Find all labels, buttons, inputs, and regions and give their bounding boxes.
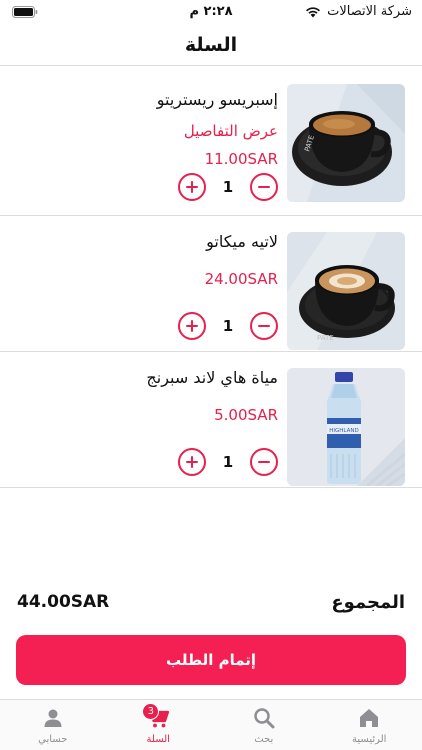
quantity-value: 1 xyxy=(222,178,234,196)
item-info: إسبريسو ريستريتو عرض التفاصيل 11.00SAR xyxy=(78,88,278,170)
item-name: مياة هاي لاند سبرنج xyxy=(146,368,278,387)
total-amount: 44.00SAR xyxy=(17,592,110,612)
wifi-icon xyxy=(306,6,321,17)
person-icon xyxy=(44,709,62,727)
total-row: 44.00SAR المجموع xyxy=(17,588,405,616)
svg-text:PATE: PATE xyxy=(317,334,334,342)
view-details-link[interactable]: عرض التفاصيل xyxy=(78,120,278,142)
cart-list: PATE إسبريسو ريستريتو عرض التفاصيل 11.00… xyxy=(0,66,422,488)
item-price: 11.00SAR xyxy=(204,150,278,168)
item-info: مياة هاي لاند سبرنج 5.00SAR xyxy=(78,366,278,426)
item-name: لاتيه ميكاتو xyxy=(206,232,278,251)
home-icon xyxy=(360,709,379,727)
tab-bar: الرئيسية بحث 3 السلة حسابي xyxy=(0,699,422,750)
quantity-stepper: 1 xyxy=(178,173,278,201)
item-price: 24.00SAR xyxy=(204,270,278,288)
quantity-value: 1 xyxy=(222,453,234,471)
tab-search[interactable]: بحث xyxy=(211,700,317,750)
quantity-stepper: 1 xyxy=(178,448,278,476)
espresso-cup-image: PATE xyxy=(287,84,405,202)
cart-item: PATE إسبريسو ريستريتو عرض التفاصيل 11.00… xyxy=(0,66,422,216)
item-price: 5.00SAR xyxy=(214,406,278,424)
tab-home[interactable]: الرئيسية xyxy=(317,700,422,750)
increase-quantity-button[interactable] xyxy=(178,448,206,476)
clock: ٢:٢٨ م xyxy=(189,4,233,19)
tab-label: حسابي xyxy=(38,734,68,745)
tab-account[interactable]: حسابي xyxy=(0,700,106,750)
quantity-stepper: 1 xyxy=(178,312,278,340)
cart-item: HIGHLAND مياة هاي لاند سبرنج 5.00SAR 1 xyxy=(0,352,422,488)
increase-quantity-button[interactable] xyxy=(178,173,206,201)
page-title: السلة xyxy=(184,33,238,56)
quantity-value: 1 xyxy=(222,317,234,335)
decrease-quantity-button[interactable] xyxy=(250,448,278,476)
water-bottle-image: HIGHLAND xyxy=(287,368,405,486)
tab-label: السلة xyxy=(146,734,170,745)
nav-bar: السلة xyxy=(0,24,422,66)
tab-label: الرئيسية xyxy=(352,734,387,745)
cart-item: PATE لاتيه ميكاتو 24.00SAR 1 xyxy=(0,216,422,352)
item-name: إسبريسو ريستريتو xyxy=(156,90,278,109)
checkout-button[interactable]: إتمام الطلب xyxy=(16,635,406,685)
total-label: المجموع xyxy=(331,591,405,613)
status-bar: شركة الاتصالات ٢:٢٨ م xyxy=(0,0,422,24)
decrease-quantity-button[interactable] xyxy=(250,173,278,201)
carrier-group: شركة الاتصالات xyxy=(305,4,412,19)
search-icon xyxy=(254,708,275,729)
item-info: لاتيه ميكاتو 24.00SAR xyxy=(78,230,278,290)
tab-label: بحث xyxy=(254,734,274,745)
increase-quantity-button[interactable] xyxy=(178,312,206,340)
tab-cart[interactable]: 3 السلة xyxy=(106,700,212,750)
decrease-quantity-button[interactable] xyxy=(250,312,278,340)
latte-cup-image: PATE xyxy=(287,232,405,350)
battery-icon xyxy=(12,6,38,18)
carrier-name: شركة الاتصالات xyxy=(327,4,412,19)
svg-text:HIGHLAND: HIGHLAND xyxy=(329,428,358,434)
